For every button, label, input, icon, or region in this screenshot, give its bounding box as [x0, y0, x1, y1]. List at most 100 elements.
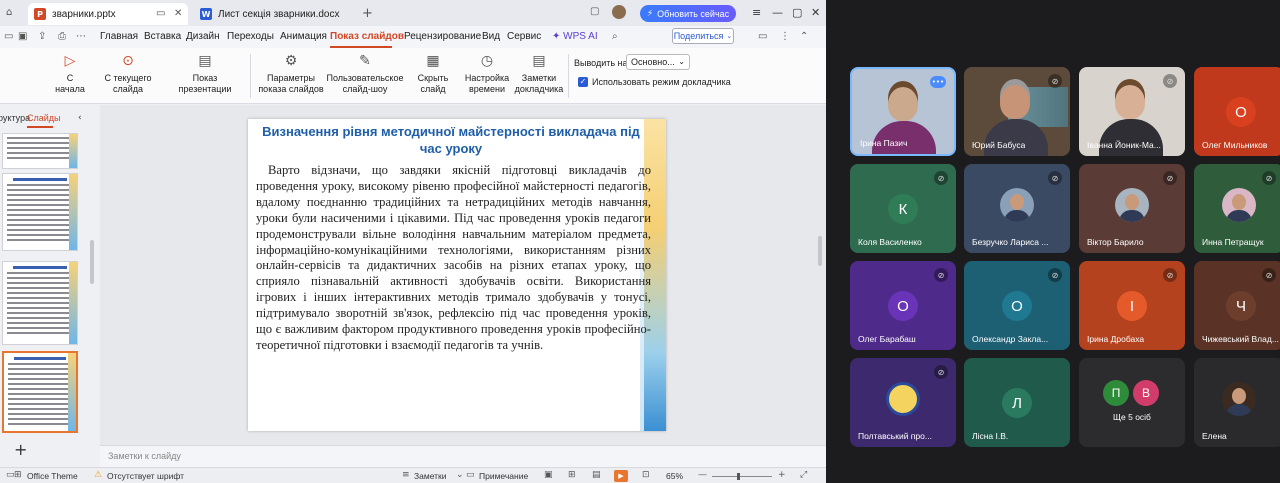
- mic-muted-icon: ⊘: [1163, 268, 1177, 282]
- collapse-ribbon-icon[interactable]: ⌃: [800, 31, 808, 42]
- participant-tile[interactable]: П В Ще 5 осіб: [1079, 358, 1185, 447]
- show-settings-button[interactable]: ⚙ Параметры показа слайдов: [256, 52, 326, 95]
- screen-icon[interactable]: ▭: [156, 8, 165, 19]
- from-start-button[interactable]: ▷ С начала: [52, 52, 88, 95]
- collapse-panel-icon[interactable]: ‹: [78, 113, 82, 123]
- folder-icon[interactable]: ▭: [4, 31, 13, 42]
- menu-animation[interactable]: Анимация: [280, 31, 327, 42]
- menu-icon[interactable]: ≡: [752, 6, 761, 19]
- slide-sorter-icon[interactable]: ⊞: [568, 470, 576, 480]
- normal-view-icon[interactable]: ▣: [544, 470, 553, 480]
- theme-name[interactable]: Office Theme: [27, 471, 78, 481]
- search-icon[interactable]: ⌕: [612, 31, 618, 42]
- maximize-icon[interactable]: ▢: [792, 6, 802, 19]
- fit-window-icon[interactable]: ⊡: [642, 470, 650, 480]
- participant-tile[interactable]: Ірина Пазич •••: [850, 67, 956, 156]
- slide-notes-field[interactable]: Заметки к слайду: [100, 445, 826, 467]
- slide-thumbnail[interactable]: [2, 133, 78, 169]
- menu-home[interactable]: Главная: [100, 31, 138, 42]
- menu-slideshow[interactable]: Показ слайдов: [330, 31, 404, 42]
- tab-slides[interactable]: Слайды: [27, 113, 61, 123]
- menu-view[interactable]: Вид: [482, 31, 500, 42]
- minimize-icon[interactable]: —: [772, 6, 783, 19]
- more-icon[interactable]: ⋯: [76, 31, 86, 42]
- show-presentation-button[interactable]: ▤ Показ презентации: [168, 52, 242, 95]
- presenter-notes-label: Заметки докладчика: [514, 73, 564, 94]
- participant-tile[interactable]: О Олександр Закла... ⊘: [964, 261, 1070, 350]
- tab-docx[interactable]: W Лист секція зварники.docx: [194, 3, 354, 25]
- menu-review[interactable]: Рецензирование: [404, 31, 481, 42]
- update-now-button[interactable]: ⚡ Обновить сейчас: [640, 5, 736, 22]
- slide-thumbnail-selected[interactable]: [2, 351, 78, 433]
- output-to-select[interactable]: Основно... ⌄: [626, 54, 690, 70]
- participant-tile[interactable]: Инна Петращук ⊘: [1194, 164, 1280, 253]
- zoom-in-icon[interactable]: +: [778, 470, 786, 480]
- save-icon[interactable]: ▣: [18, 31, 27, 42]
- hide-slide-button[interactable]: ▦ Скрыть слайд: [404, 52, 462, 95]
- user-avatar[interactable]: [612, 5, 626, 19]
- slide-title[interactable]: Визначення рівня методичної майстерності…: [256, 123, 646, 157]
- slide-thumbnail[interactable]: [2, 261, 78, 345]
- tab-structure[interactable]: руктура: [0, 113, 30, 123]
- notes-toggle[interactable]: Заметки: [414, 471, 447, 481]
- participant-tile[interactable]: Елена: [1194, 358, 1280, 447]
- canvas-scrollbar[interactable]: [818, 236, 822, 266]
- menu-insert[interactable]: Вставка: [144, 31, 181, 42]
- font-missing-status[interactable]: Отсутствует шрифт: [107, 471, 184, 481]
- menu-tools[interactable]: Сервис: [507, 31, 541, 42]
- window-layout-icon[interactable]: ▢: [590, 6, 599, 17]
- participant-tile[interactable]: О Олег Мильников: [1194, 67, 1280, 156]
- print-icon[interactable]: ⎙: [58, 31, 66, 42]
- panel-scrollbar[interactable]: [90, 240, 94, 284]
- current-slide[interactable]: Визначення рівня методичної майстерності…: [248, 119, 666, 431]
- participant-tile[interactable]: Л Лісна І.В.: [964, 358, 1070, 447]
- ribbon-slideshow: ▷ С начала ⊙ С текущего слайда ▤ Показ п…: [0, 48, 826, 104]
- participant-tile[interactable]: Полтавський про... ⊘: [850, 358, 956, 447]
- participant-tile[interactable]: Ч Чижевський Влад... ⊘: [1194, 261, 1280, 350]
- presenter-notes-button[interactable]: ▤ Заметки докладчика: [514, 52, 564, 95]
- speaking-indicator-icon: •••: [930, 76, 946, 88]
- comment-icon[interactable]: ▭: [758, 31, 767, 42]
- wps-window: ⌂ P зварники.pptx ▭ ✕ W Лист секція звар…: [0, 0, 826, 483]
- notes-toggle-icon[interactable]: ≡: [402, 470, 410, 480]
- more-options-icon[interactable]: ⋮: [780, 31, 790, 42]
- export-icon[interactable]: ⇪: [38, 31, 46, 42]
- zoom-out-icon[interactable]: —: [698, 470, 707, 480]
- avatar-photo: [1232, 388, 1246, 404]
- comments-toggle[interactable]: Примечание: [479, 471, 528, 481]
- slide-thumbnail[interactable]: [2, 173, 78, 251]
- play-slideshow-icon[interactable]: ▶: [614, 470, 628, 482]
- comment-icon[interactable]: ▭: [466, 470, 475, 480]
- custom-show-button[interactable]: ✎ Пользовательское слайд-шоу: [327, 52, 404, 95]
- participant-tile[interactable]: І Ірина Дробаха ⊘: [1079, 261, 1185, 350]
- share-button[interactable]: Поделиться ⌄: [672, 28, 734, 44]
- rehearse-timing-button[interactable]: ◷ Настройка времени: [462, 52, 512, 95]
- close-window-icon[interactable]: ✕: [811, 6, 820, 19]
- new-tab-icon[interactable]: +: [362, 6, 373, 21]
- close-tab-icon[interactable]: ✕: [174, 8, 182, 19]
- participant-tile[interactable]: К Коля Василенко ⊘: [850, 164, 956, 253]
- from-current-label: С текущего слайда: [104, 73, 152, 94]
- presenter-mode-checkbox[interactable]: ✓: [578, 77, 588, 87]
- zoom-slider[interactable]: [712, 476, 772, 477]
- tab-pptx[interactable]: P зварники.pptx ▭ ✕: [28, 3, 188, 25]
- menu-transitions[interactable]: Переходы: [227, 31, 274, 42]
- participant-tile[interactable]: Іванна Йоник-Ма... ⊘: [1079, 67, 1185, 156]
- menu-wps-ai-label: WPS AI: [563, 31, 598, 42]
- participant-tile[interactable]: Юрий Бабуса ⊘: [964, 67, 1070, 156]
- slide-body-text[interactable]: Варто відзначи, що завдяки якісній підго…: [256, 163, 651, 354]
- participant-tile[interactable]: О Олег Барабаш ⊘: [850, 261, 956, 350]
- home-icon[interactable]: ⌂: [6, 7, 12, 18]
- add-slide-icon[interactable]: +: [14, 440, 27, 459]
- menu-wps-ai[interactable]: ✦ WPS AI: [552, 31, 598, 42]
- menu-design[interactable]: Дизайн: [186, 31, 220, 42]
- fullscreen-icon[interactable]: ⤢: [800, 470, 807, 480]
- participant-tile[interactable]: Віктор Барило ⊘: [1079, 164, 1185, 253]
- from-current-button[interactable]: ⊙ С текущего слайда: [92, 52, 164, 95]
- zoom-level[interactable]: 65%: [666, 471, 683, 481]
- reading-view-icon[interactable]: ▤: [592, 470, 601, 480]
- slide-canvas: Визначення рівня методичної майстерності…: [100, 105, 826, 445]
- zoom-slider-handle[interactable]: [737, 473, 740, 480]
- participant-tile[interactable]: Безручко Лариса ... ⊘: [964, 164, 1070, 253]
- chevron-down-icon[interactable]: ⌄: [456, 470, 464, 480]
